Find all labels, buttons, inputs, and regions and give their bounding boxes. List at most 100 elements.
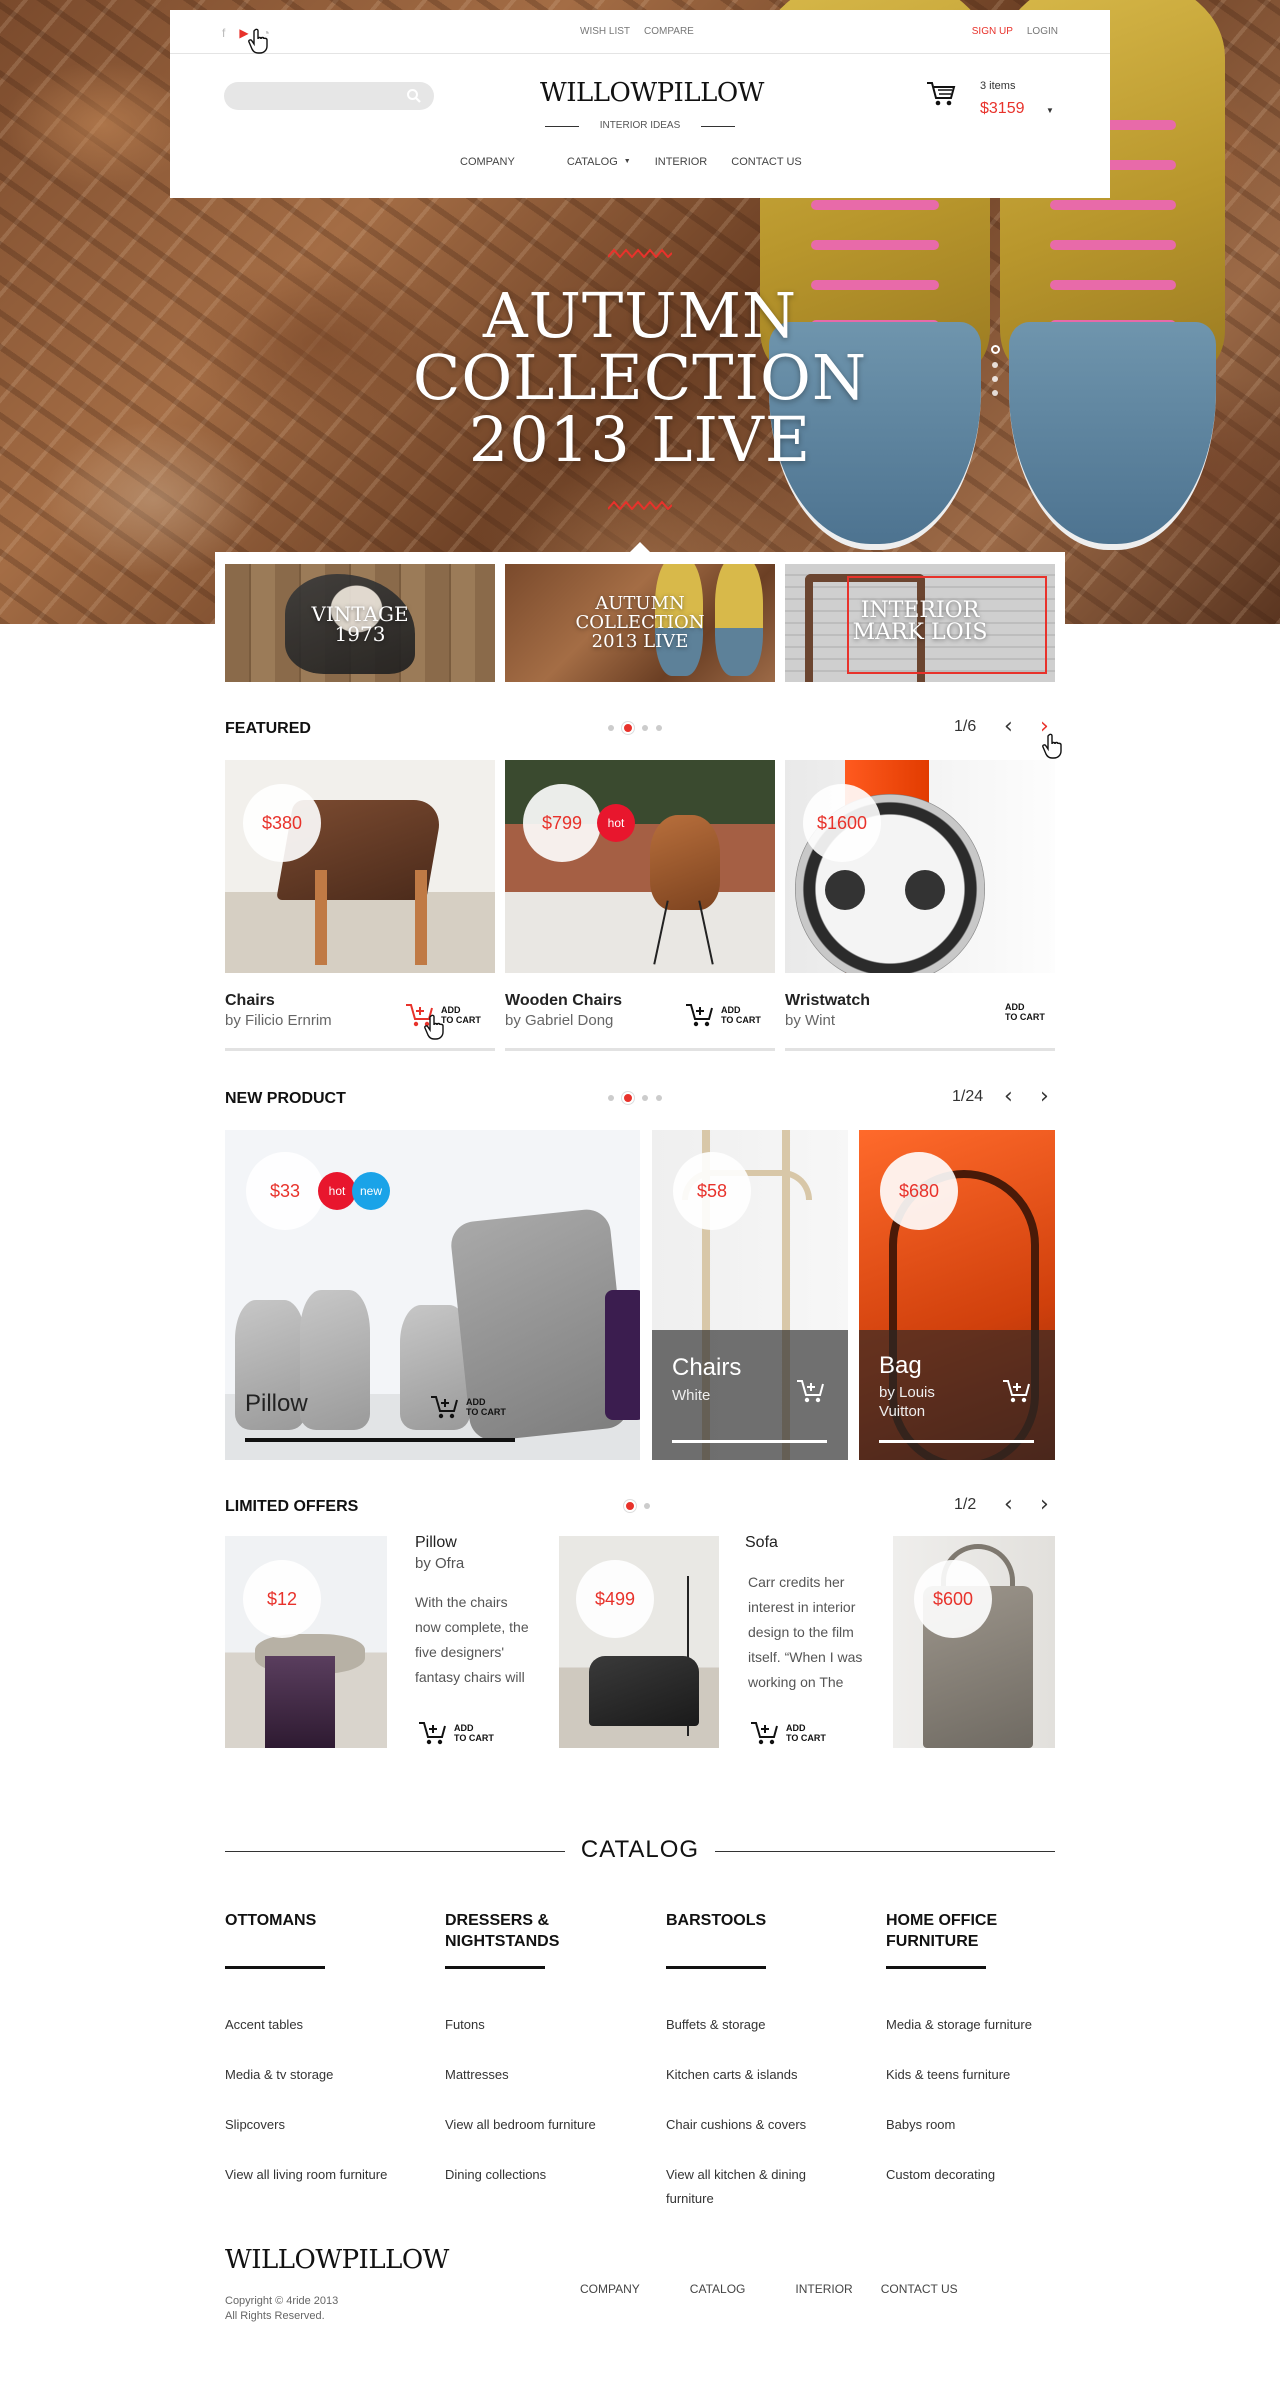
catalog-link[interactable]: Babys room xyxy=(886,2113,1076,2137)
cart-add-icon[interactable] xyxy=(1002,1378,1032,1404)
catalog-link[interactable]: View all living room furniture xyxy=(225,2163,415,2187)
carousel-dot[interactable] xyxy=(656,1095,662,1101)
chevron-right-icon[interactable]: › xyxy=(1040,1494,1049,1516)
search-icon[interactable] xyxy=(406,88,422,104)
site-logo[interactable]: WILLOWPILLOW xyxy=(540,78,764,108)
nav-contact[interactable]: CONTACT US xyxy=(731,156,802,168)
login-link[interactable]: LOGIN xyxy=(1027,26,1058,37)
carousel-dot[interactable] xyxy=(608,1095,614,1101)
catalog-link[interactable]: Dining collections xyxy=(445,2163,635,2187)
hero-dot[interactable] xyxy=(992,390,998,396)
catalog-heading[interactable]: OTTOMANS xyxy=(225,1910,415,1954)
product-name[interactable]: Wooden Chairs xyxy=(505,992,622,1010)
catalog-link[interactable]: Custom decorating xyxy=(886,2163,1076,2187)
facebook-icon[interactable]: f xyxy=(222,26,225,40)
featured-product-card[interactable]: $380 Chairs by Filicio Ernrim ADD TO CART xyxy=(225,760,495,1052)
footer-nav-interior[interactable]: INTERIOR xyxy=(795,2282,852,2296)
carousel-dot[interactable] xyxy=(656,725,662,731)
cart-total[interactable]: $3159 xyxy=(980,100,1025,118)
catalog-link[interactable]: Accent tables xyxy=(225,2013,415,2037)
product-name[interactable]: Sofa xyxy=(745,1534,778,1552)
catalog-heading[interactable]: HOME OFFICE FURNITURE xyxy=(886,1910,1016,1954)
product-author: by Ofra xyxy=(415,1555,465,1572)
catalog-link[interactable]: View all bedroom furniture xyxy=(445,2113,635,2137)
featured-dots[interactable] xyxy=(608,722,662,734)
hero-dot[interactable] xyxy=(992,362,998,368)
product-name[interactable]: Chairs xyxy=(672,1354,741,1382)
add-to-cart-label: ADD xyxy=(786,1723,806,1733)
add-to-cart-button[interactable]: ADD TO CART xyxy=(1005,1002,1045,1022)
featured-product-card[interactable]: $1600 Wristwatch by Wint ADD TO CART xyxy=(785,760,1055,1052)
nav-interior[interactable]: INTERIOR xyxy=(655,156,708,168)
catalog-link[interactable]: Mattresses xyxy=(445,2063,635,2087)
add-to-cart-button[interactable]: ADD TO CART xyxy=(430,1394,506,1420)
add-to-cart-button[interactable]: ADD TO CART xyxy=(685,1002,761,1028)
carousel-dot[interactable] xyxy=(642,725,648,731)
promo-vintage[interactable]: VINTAGE 1973 xyxy=(225,564,495,682)
catalog-heading[interactable]: DRESSERS & NIGHTSTANDS xyxy=(445,1910,585,1954)
add-to-cart-label: TO CART xyxy=(466,1407,506,1417)
chevron-right-icon[interactable]: › xyxy=(1040,1086,1049,1108)
product-name[interactable]: Wristwatch xyxy=(785,992,870,1010)
catalog-column: HOME OFFICE FURNITURE Media & storage fu… xyxy=(886,1910,1076,2213)
chevron-left-icon[interactable]: ‹ xyxy=(1004,1086,1013,1108)
catalog-link[interactable]: Media & storage furniture xyxy=(886,2013,1076,2037)
chevron-left-icon[interactable]: ‹ xyxy=(1004,1494,1013,1516)
cart-add-icon xyxy=(431,1396,458,1419)
limited-dots[interactable] xyxy=(624,1500,650,1512)
sign-up-link[interactable]: SIGN UP xyxy=(972,26,1013,37)
product-name[interactable]: Bag xyxy=(879,1352,922,1380)
new-product-dots[interactable] xyxy=(608,1092,662,1104)
product-name[interactable]: Chairs xyxy=(225,992,275,1010)
limited-offers-title: LIMITED OFFERS xyxy=(225,1498,359,1515)
hero-dot[interactable] xyxy=(992,376,998,382)
catalog-link[interactable]: Futons xyxy=(445,2013,635,2037)
catalog-link[interactable]: Chair cushions & covers xyxy=(666,2113,856,2137)
card-underline xyxy=(505,1048,775,1051)
hot-badge: hot xyxy=(597,804,635,842)
wish-list-link[interactable]: WISH LIST xyxy=(580,26,630,37)
compare-link[interactable]: COMPARE xyxy=(644,26,694,37)
carousel-dot[interactable] xyxy=(642,1095,648,1101)
catalog-link[interactable]: Media & tv storage xyxy=(225,2063,415,2087)
catalog-link[interactable]: Kitchen carts & islands xyxy=(666,2063,856,2087)
add-to-cart-button[interactable]: ADD TO CART xyxy=(418,1720,494,1746)
product-author: by Gabriel Dong xyxy=(505,1012,614,1029)
carousel-dot[interactable] xyxy=(622,1092,634,1104)
add-to-cart-label: ADD xyxy=(454,1723,474,1733)
featured-product-card[interactable]: $799 hot Wooden Chairs by Gabriel Dong A… xyxy=(505,760,775,1052)
footer-logo[interactable]: WILLOWPILLOW xyxy=(225,2245,449,2275)
catalog-heading[interactable]: BARSTOOLS xyxy=(666,1910,856,1954)
cart-icon[interactable] xyxy=(926,80,956,108)
promo-autumn-collection[interactable]: AUTUMN COLLECTION 2013 LIVE xyxy=(505,564,775,682)
footer-nav: COMPANY CATALOG INTERIOR CONTACT US xyxy=(580,2282,1008,2296)
product-name[interactable]: Pillow xyxy=(245,1390,308,1418)
footer-nav-company[interactable]: COMPANY xyxy=(580,2282,640,2296)
footer-nav-catalog[interactable]: CATALOG xyxy=(690,2282,746,2296)
cart-item-count[interactable]: 3 items xyxy=(980,80,1015,92)
cart-add-icon[interactable] xyxy=(796,1378,826,1404)
add-to-cart-button[interactable]: ADD TO CART xyxy=(750,1720,826,1746)
hero-slider-dots[interactable] xyxy=(990,345,1000,396)
catalog-column: DRESSERS & NIGHTSTANDS Futons Mattresses… xyxy=(445,1910,635,2213)
new-product-title: NEW PRODUCT xyxy=(225,1090,346,1107)
cart-dropdown-icon[interactable]: ▼ xyxy=(1046,106,1054,115)
carousel-dot[interactable] xyxy=(624,1500,636,1512)
catalog-link[interactable]: Buffets & storage xyxy=(666,2013,856,2037)
hero-dot[interactable] xyxy=(990,345,1000,354)
nav-company[interactable]: COMPANY xyxy=(460,156,515,168)
catalog-link[interactable]: View all kitchen & dining furniture xyxy=(666,2163,826,2211)
search-input[interactable] xyxy=(224,82,434,110)
carousel-dot[interactable] xyxy=(644,1503,650,1509)
card-underline xyxy=(225,1048,495,1051)
cart-add-icon xyxy=(419,1722,446,1745)
promo-interior-mark-lois[interactable]: INTERIOR MARK LOIS xyxy=(785,564,1055,682)
footer-nav-contact[interactable]: CONTACT US xyxy=(881,2282,958,2296)
catalog-link[interactable]: Kids & teens furniture xyxy=(886,2063,1076,2087)
catalog-link[interactable]: Slipcovers xyxy=(225,2113,415,2137)
product-name[interactable]: Pillow xyxy=(415,1534,457,1552)
carousel-dot[interactable] xyxy=(622,722,634,734)
chevron-left-icon[interactable]: ‹ xyxy=(1004,716,1013,738)
carousel-dot[interactable] xyxy=(608,725,614,731)
nav-catalog[interactable]: CATALOG ▼ xyxy=(567,156,631,168)
